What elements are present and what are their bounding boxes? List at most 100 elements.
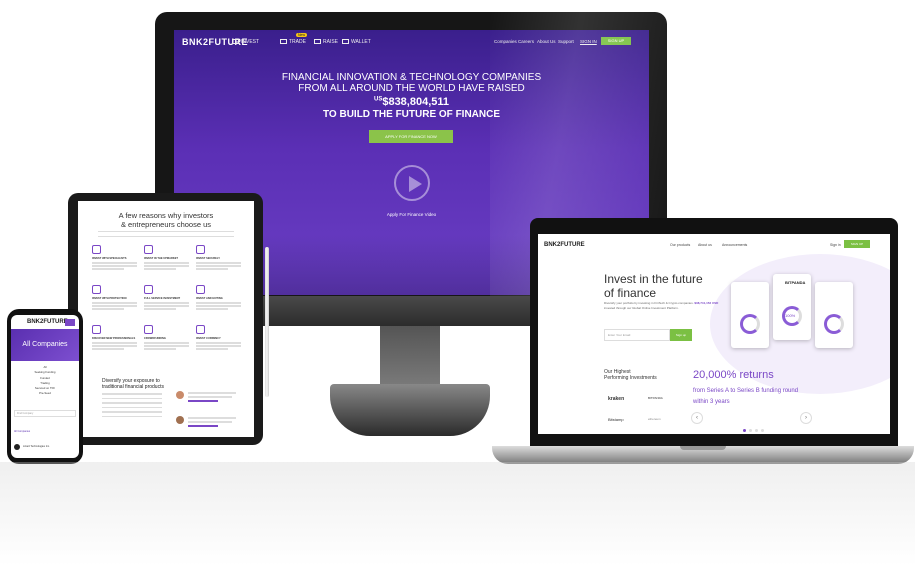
carousel-dots[interactable]	[743, 419, 767, 434]
company-card[interactable]	[731, 282, 769, 348]
company-search-input[interactable]: Find Company	[14, 410, 76, 417]
nav-wallet-label: WALLET	[351, 39, 371, 45]
nav-sign-in[interactable]: Sign in	[830, 243, 841, 247]
desc-line2: invested through our Global Online Inves…	[604, 306, 679, 310]
apply-button[interactable]: APPLY FOR FINANCE NOW	[369, 130, 453, 143]
returns-sub-line1: from Series A to Series B funding round	[693, 388, 799, 394]
email-input[interactable]: Enter Your Email	[604, 329, 670, 341]
feature-icon	[196, 325, 205, 334]
feature-item: INVEST AND EXITING	[196, 285, 241, 329]
company-card[interactable]	[815, 282, 853, 348]
tablet-screen: A few reasons why investors & entreprene…	[78, 201, 254, 437]
feature-label: INVEST WITH SPECIALISTS	[92, 257, 127, 260]
highest-performing-title: Our Highest Performing Investments	[604, 369, 657, 381]
brand-ethereum: ethereum	[648, 417, 661, 421]
company-logo-icon	[14, 444, 20, 450]
nav-trade[interactable]: TRADE	[280, 39, 306, 45]
feature-item: CROWDFUNDING	[144, 325, 189, 369]
testimonial	[176, 391, 238, 409]
wallet-icon	[232, 39, 239, 45]
chart-icon	[314, 39, 321, 45]
feature-icon	[144, 285, 153, 294]
tablet-title: A few reasons why investors & entreprene…	[78, 211, 254, 229]
nav-announcements[interactable]: Announcements	[722, 243, 747, 247]
testimonial	[176, 416, 238, 434]
progress-ring	[740, 314, 760, 334]
floor-reflection	[0, 462, 915, 566]
feature-item: INVEST SECURELY	[196, 245, 241, 289]
nav-invest[interactable]: INVEST	[232, 39, 259, 45]
all-companies-label: All Companies	[14, 430, 31, 433]
feature-icon	[196, 285, 205, 294]
feature-icon	[92, 245, 101, 254]
feature-icon	[144, 245, 153, 254]
phone-banner: All Companies	[11, 329, 79, 361]
card-percent: 100%	[785, 313, 796, 318]
laptop-sign-up-button[interactable]: SIGN UP	[844, 240, 870, 248]
nav-products[interactable]: Our products	[670, 243, 690, 247]
progress-ring	[824, 314, 844, 334]
laptop-headline-line1: Invest in the future	[604, 272, 703, 286]
nav-invest-label: INVEST	[241, 39, 260, 45]
feature-item: INVEST CURRENCY	[196, 325, 241, 369]
feature-label: INVEST SECURELY	[196, 257, 220, 260]
desc-amount: $38,741,153 USD	[694, 301, 719, 305]
diversify-line2: traditional financial products	[102, 384, 164, 390]
diversify-text	[102, 393, 162, 420]
feature-label: FULL SERVICE INVESTMENT	[144, 297, 181, 300]
laptop-notch	[680, 446, 726, 450]
carousel-next-icon[interactable]: ›	[800, 412, 812, 424]
email-sign-up-button[interactable]: Sign up	[670, 329, 692, 341]
laptop-headline: Invest in the future of finance	[604, 272, 703, 300]
returns-headline: 20,000% returns	[693, 369, 774, 381]
monitor-stand-base	[330, 384, 490, 436]
hamburger-menu-icon[interactable]	[65, 319, 75, 326]
feature-icon	[92, 285, 101, 294]
diversify-title: Diversify your exposure to traditional f…	[102, 378, 164, 390]
highest-line2: Performing Investments	[604, 375, 657, 381]
brand-bitpanda: BITPANDA	[648, 396, 663, 400]
nav-wallet[interactable]: WALLET	[342, 39, 371, 45]
tablet-title-line2: & entrepreneurs choose us	[120, 220, 212, 229]
card-brand: BITPANDA	[785, 280, 806, 285]
returns-subtext: from Series A to Series B funding round …	[693, 386, 813, 408]
laptop-description: Diversify your portfolio by investing in…	[604, 301, 724, 311]
feature-label: DISCOVER NEW PROFESSIONALS	[92, 337, 136, 340]
returns-sub-line2: within 3 years	[693, 399, 730, 405]
feature-item: INVEST WITH SPECIALISTS	[92, 245, 137, 289]
feature-item: INVEST IN THE UPMARKET	[144, 245, 189, 289]
wallet-box-icon	[342, 39, 349, 45]
feature-label: CROWDFUNDING	[144, 337, 166, 340]
phone-logo[interactable]: BNK2FUTURE	[27, 319, 68, 325]
nav-about-us[interactable]: About us	[698, 243, 712, 247]
tablet-subtitle	[98, 231, 234, 237]
carousel-prev-icon[interactable]: ‹	[691, 412, 703, 424]
laptop-screen: BNK2FUTURE Our products About us Announc…	[538, 234, 890, 434]
avatar	[176, 391, 184, 399]
filter-preseed[interactable]: Pre-Seed	[11, 391, 79, 396]
amount-value: $838,804,511	[382, 96, 450, 108]
tablet-title-line1: A few reasons why investors	[118, 211, 214, 220]
brand-bitstamp: Bitstamp	[608, 417, 624, 422]
phone-screen: BNK2FUTURE All Companies All Seeking Fun…	[11, 315, 79, 458]
exchange-icon	[280, 39, 287, 45]
new-badge: New	[296, 33, 308, 37]
feature-icon	[92, 325, 101, 334]
nav-trade-label: TRADE	[289, 39, 306, 45]
nav-raise[interactable]: RAISE	[314, 39, 338, 45]
feature-item: FULL SERVICE INVESTMENT	[144, 285, 189, 329]
company-card[interactable]: BITPANDA 100%	[773, 274, 811, 340]
laptop-logo[interactable]: BNK2FUTURE	[544, 242, 585, 248]
feature-label: INVEST WITH PROTECTION	[92, 297, 127, 300]
avatar	[176, 416, 184, 424]
feature-icon	[144, 325, 153, 334]
stylus-pen	[265, 247, 269, 397]
play-video-icon[interactable]	[394, 165, 430, 201]
company-list-item[interactable]: Lizard Technologies Inc.	[14, 443, 76, 451]
company-name: Lizard Technologies Inc.	[23, 445, 50, 448]
feature-label: INVEST AND EXITING	[196, 297, 223, 300]
feature-label: INVEST IN THE UPMARKET	[144, 257, 179, 260]
filter-list: All Seeking Funding Funded Trading Secur…	[11, 365, 79, 397]
brand-kraken: kraken	[608, 396, 625, 402]
laptop-headline-line2: of finance	[604, 286, 657, 300]
